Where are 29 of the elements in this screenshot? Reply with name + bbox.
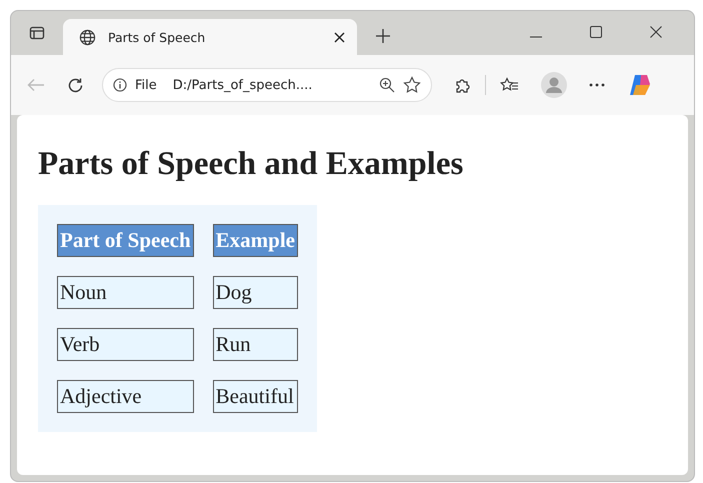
column-header: Part of Speech bbox=[57, 224, 194, 257]
address-bar[interactable]: File D:/Parts_of_speech.... bbox=[102, 68, 432, 102]
browser-tab[interactable]: Parts of Speech bbox=[63, 19, 357, 55]
info-icon bbox=[113, 78, 127, 92]
puzzle-icon[interactable] bbox=[454, 76, 471, 94]
favorites-icon[interactable] bbox=[500, 76, 519, 94]
tab-title: Parts of Speech bbox=[108, 30, 206, 44]
minimize-icon[interactable] bbox=[530, 36, 542, 38]
zoom-icon[interactable] bbox=[379, 77, 395, 93]
profile-avatar-icon[interactable] bbox=[541, 72, 567, 98]
table-cell: Verb bbox=[57, 328, 194, 361]
copilot-logo-icon[interactable] bbox=[627, 73, 653, 97]
table-cell: Adjective bbox=[57, 380, 194, 413]
star-icon[interactable] bbox=[403, 76, 421, 94]
maximize-icon[interactable] bbox=[590, 26, 602, 38]
page-heading: Parts of Speech and Examples bbox=[38, 146, 464, 183]
table-cell: Noun bbox=[57, 276, 194, 309]
close-icon[interactable] bbox=[334, 32, 345, 42]
globe-icon bbox=[79, 28, 96, 46]
new-tab-icon[interactable] bbox=[375, 28, 391, 44]
refresh-icon[interactable] bbox=[67, 76, 84, 94]
column-header: Example bbox=[212, 224, 298, 257]
table-cell: Beautiful bbox=[212, 380, 298, 413]
url-text: D:/Parts_of_speech.... bbox=[172, 78, 314, 92]
file-label: File bbox=[135, 78, 157, 92]
table-cell: Run bbox=[212, 328, 298, 361]
close-icon[interactable] bbox=[650, 26, 662, 38]
table-cell: Dog bbox=[212, 276, 298, 309]
more-icon[interactable] bbox=[589, 83, 605, 87]
